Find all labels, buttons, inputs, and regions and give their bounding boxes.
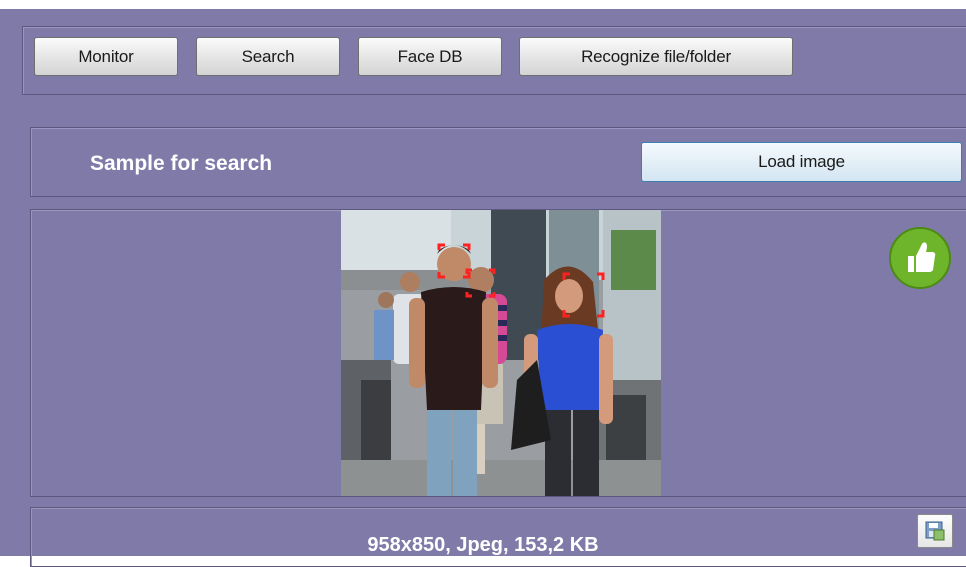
- monitor-button[interactable]: Monitor: [34, 37, 178, 76]
- save-image-icon[interactable]: [917, 514, 953, 548]
- image-info-text: 958x850, Jpeg, 153,2 KB: [367, 534, 599, 556]
- sample-photo: [341, 210, 661, 496]
- recognize-file-folder-button[interactable]: Recognize file/folder: [519, 37, 793, 76]
- sample-for-search-label: Sample for search: [90, 152, 273, 175]
- face-db-button[interactable]: Face DB: [358, 37, 502, 76]
- search-button[interactable]: Search: [196, 37, 340, 76]
- face-search-window: Monitor Search Face DB Recognize file/fo…: [0, 9, 966, 567]
- load-image-button[interactable]: Load image: [641, 142, 962, 182]
- thumbs-up-icon: [888, 226, 952, 290]
